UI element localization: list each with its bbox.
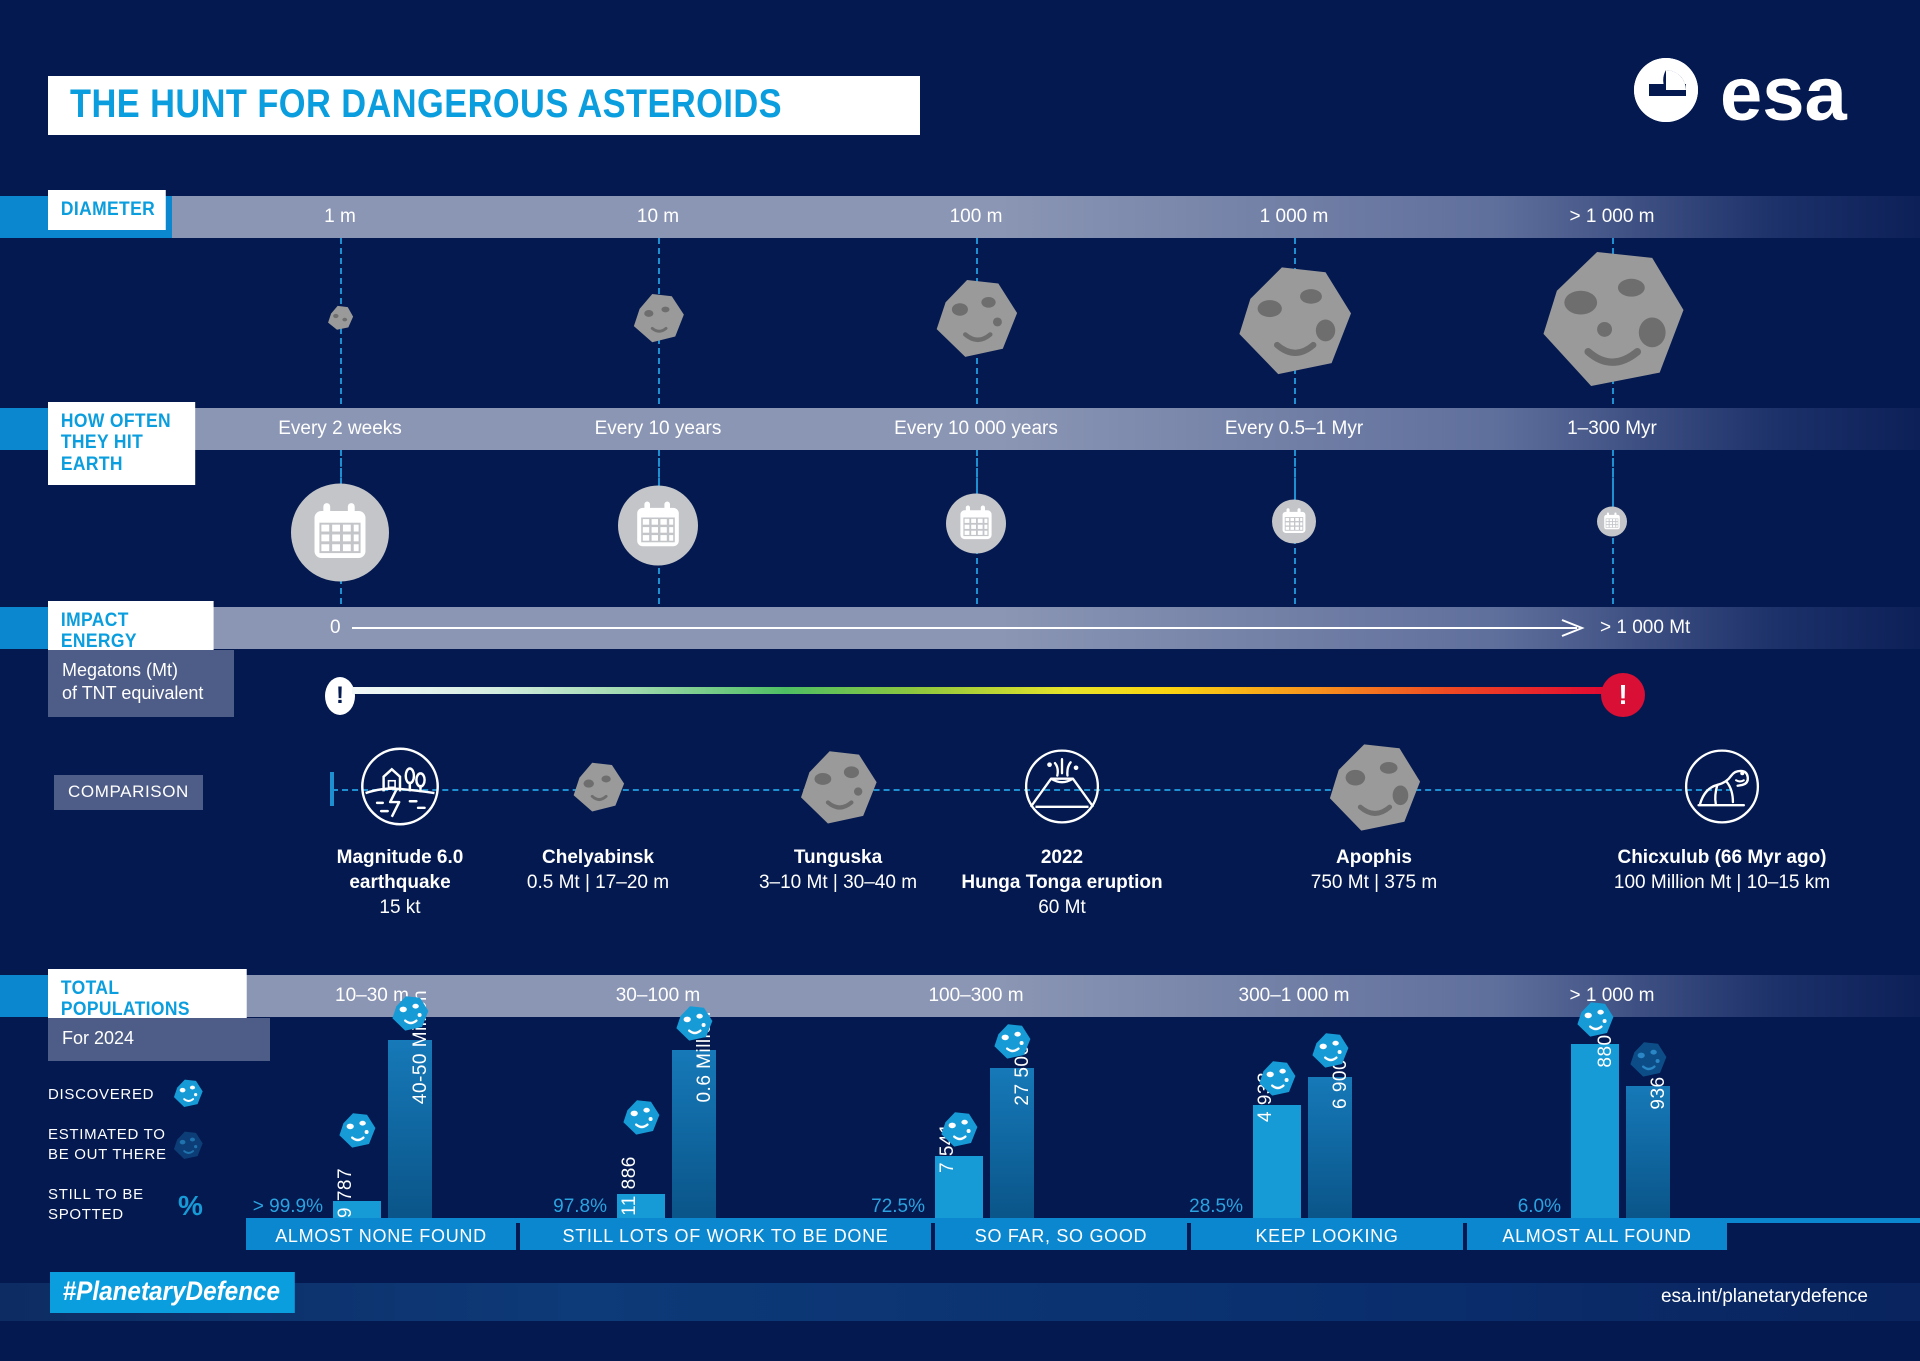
impact-energy-sublabel: Megatons (Mt) of TNT equivalent (48, 650, 234, 717)
bar-discovered-4: 880 (1571, 1002, 1619, 1218)
pct-label-2: 72.5% (871, 1196, 925, 1217)
comparison-item-name: 2022 Hunga Tonga eruption (961, 847, 1163, 894)
infographic-canvas: THE HUNT FOR DANGEROUS ASTEROIDS esa DIA… (0, 0, 1920, 1361)
asteroid-icon-tunguska (796, 747, 880, 832)
pct-label-3: 28.5% (1189, 1196, 1243, 1217)
asteroid-icon-apophis (1325, 740, 1423, 839)
comparison-item-3: 2022 Hunga Tonga eruption 60 Mt (882, 845, 1242, 920)
bar-estimated-2: 27 500 (990, 1024, 1034, 1218)
comparison-item-name: Apophis (1336, 847, 1412, 868)
impact-energy-arrow (352, 619, 1585, 637)
diameter-label: DIAMETER (48, 190, 166, 231)
impact-energy-axis-min: 0 (330, 617, 341, 638)
bar-discovered-2: 7 541 (935, 1112, 983, 1218)
status-strip-2: SO FAR, SO GOOD (935, 1223, 1187, 1250)
calendar-icon-3 (1272, 499, 1316, 549)
earthquake-icon (359, 746, 441, 833)
hashtag-planetary-defence[interactable]: #PlanetaryDefence (50, 1272, 295, 1313)
impact-energy-start-marker: ! (325, 677, 355, 715)
asteroid-bright-icon (1310, 1031, 1350, 1074)
status-strip-3: KEEP LOOKING (1191, 1223, 1463, 1250)
comparison-item-5: Chicxulub (66 Myr ago) 100 Million Mt | … (1522, 845, 1920, 895)
footer-url[interactable]: esa.int/planetarydefence (1661, 1286, 1868, 1308)
impact-energy-end-marker: ! (1601, 673, 1645, 717)
calendar-icon-0 (291, 483, 389, 587)
page-title-text: THE HUNT FOR DANGEROUS ASTEROIDS (70, 82, 782, 126)
calendar-icon-2 (946, 493, 1006, 559)
bar-discovered-3: 4 933 (1253, 1061, 1301, 1218)
bar-estimated-3: 6 900 (1308, 1033, 1352, 1218)
bar-estimated-1: 0.6 Million (672, 1006, 716, 1218)
asteroid-shape-1000m (1233, 263, 1355, 382)
comparison-item-4: Apophis 750 Mt | 375 m (1224, 845, 1524, 895)
diameter-tick-1: 10 m (636, 206, 680, 227)
calendar-icon-1 (618, 485, 698, 571)
frequency-tick-4: 1–300 Myr (1567, 418, 1657, 439)
asteroid-icon-chelyabinsk (569, 759, 627, 820)
asteroid-shape-over-1000m (1537, 248, 1687, 393)
diameter-tick-2: 100 m (949, 206, 1003, 227)
status-strip-1: STILL LOTS OF WORK TO BE DONE (520, 1223, 931, 1250)
comparison-item-name: Chicxulub (66 Myr ago) (1617, 847, 1827, 868)
asteroid-shape-100m (931, 276, 1021, 365)
status-strip-4: ALMOST ALL FOUND (1467, 1223, 1727, 1250)
asteroid-bright-icon (621, 1098, 661, 1141)
asteroid-shape-1m (325, 304, 355, 337)
diameter-tick-3: 1 000 m (1259, 206, 1329, 227)
asteroid-bright-icon (939, 1110, 979, 1153)
comparison-item-detail: 15 kt (379, 897, 421, 919)
calendar-icon-4 (1597, 506, 1627, 542)
impact-energy-gradient-bar (352, 687, 1627, 694)
populations-sublabel: For 2024 (48, 1018, 270, 1062)
frequency-tick-3: Every 0.5–1 Myr (1224, 418, 1364, 439)
asteroid-dark-icon (172, 1130, 204, 1165)
status-strip-0: ALMOST NONE FOUND (246, 1223, 516, 1250)
esa-logo-text: esa (1720, 52, 1848, 136)
comparison-item-detail: 60 Mt (1038, 897, 1086, 919)
comparison-axis-start-tick (330, 772, 334, 806)
impact-energy-axis-max: > 1 000 Mt (1600, 617, 1691, 638)
bar-value-label: 11 886 (619, 1156, 640, 1216)
bar-discovered-0: 9 787 (333, 1113, 381, 1218)
page-title: THE HUNT FOR DANGEROUS ASTEROIDS (48, 76, 920, 135)
asteroid-bright-icon (674, 1004, 714, 1047)
pct-label-0: > 99.9% (252, 1196, 323, 1217)
frequency-tick-0: Every 2 weeks (278, 418, 402, 439)
percent-icon: % (178, 1190, 203, 1221)
bar-value-label: 9 787 (335, 1167, 356, 1219)
frequency-label: HOW OFTEN THEY HIT EARTH (48, 402, 196, 485)
asteroid-shape-10m (629, 291, 687, 350)
volcano-icon (1023, 748, 1101, 831)
dinosaur-icon (1683, 748, 1761, 831)
legend-label-still-to-spot: STILL TO BE SPOTTED (48, 1186, 144, 1223)
frequency-tick-1: Every 10 years (594, 418, 722, 439)
populations-tick-3: 300–1 000 m (1238, 985, 1350, 1006)
asteroid-bright-icon (390, 994, 430, 1037)
comparison-item-detail: 100 Million Mt | 10–15 km (1613, 872, 1831, 894)
bar-discovered-1: 11 886 (617, 1100, 665, 1218)
bar-estimated-0: 40-50 Million (388, 990, 432, 1218)
legend-label-discovered: DISCOVERED (48, 1086, 155, 1103)
asteroid-bright-icon (992, 1022, 1032, 1065)
asteroid-bright-icon (172, 1078, 204, 1113)
diameter-tick-0: 1 m (324, 206, 356, 227)
populations-tick-2: 100–300 m (928, 985, 1024, 1006)
asteroid-dark-icon (1628, 1040, 1668, 1083)
frequency-tick-2: Every 10 000 years (894, 418, 1058, 439)
asteroid-bright-icon (337, 1111, 377, 1154)
populations-chart: 9 787 > 99.9% 40-50 Million 11 886 97.8%… (246, 990, 1920, 1218)
bar-estimated-4: 936 (1626, 1042, 1670, 1218)
pct-label-1: 97.8% (553, 1196, 607, 1217)
comparison-label: COMPARISON (54, 775, 203, 810)
esa-logo: esa (1608, 44, 1878, 137)
comparison-item-detail: 750 Mt | 375 m (1310, 872, 1438, 894)
asteroid-bright-icon (1575, 1000, 1615, 1043)
frequency-connector-4 (1612, 450, 1614, 510)
asteroid-bright-icon (1257, 1059, 1297, 1102)
pct-label-4: 6.0% (1517, 1196, 1561, 1217)
diameter-tick-4: > 1 000 m (1569, 206, 1655, 227)
legend-label-estimated: ESTIMATED TO BE OUT THERE (48, 1126, 167, 1163)
